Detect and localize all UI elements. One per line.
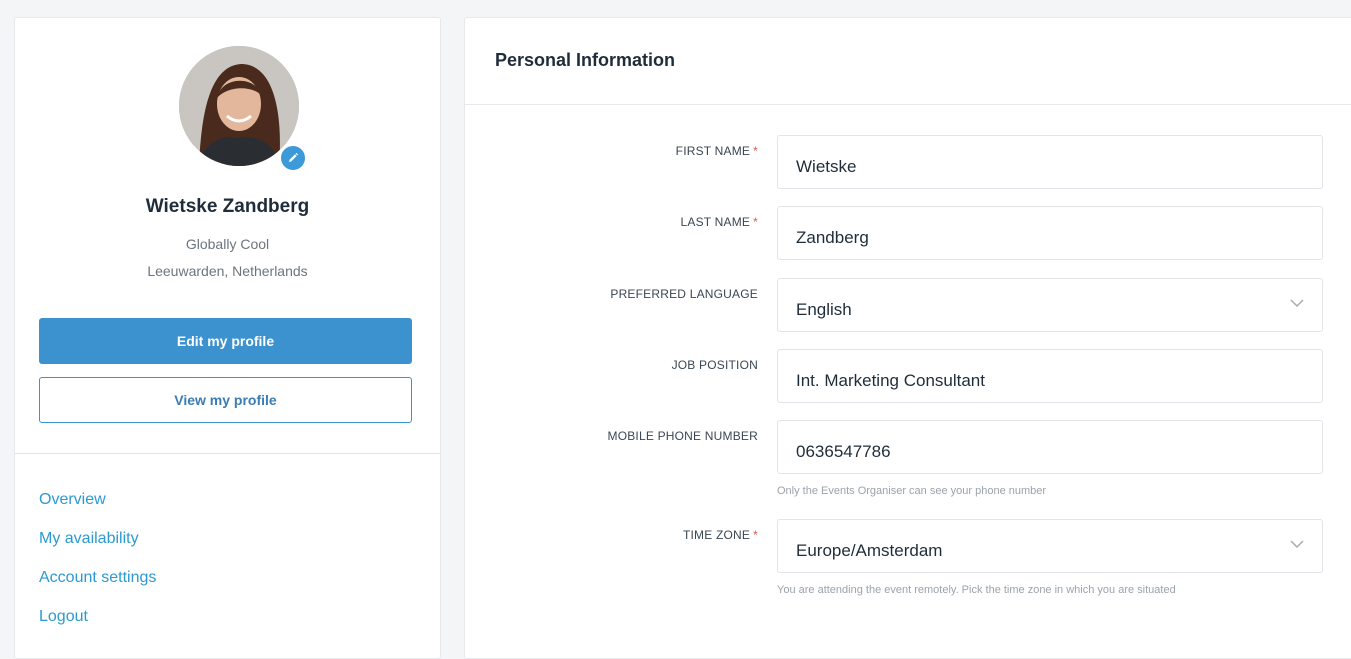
language-label: PREFERRED LANGUAGE xyxy=(610,287,758,301)
nav-overview[interactable]: Overview xyxy=(39,490,156,529)
phone-label: MOBILE PHONE NUMBER xyxy=(607,429,758,443)
first-name-label: FIRST NAME * xyxy=(675,144,758,158)
profile-name: Wietske Zandberg xyxy=(145,196,310,217)
job-label: JOB POSITION xyxy=(671,358,758,372)
required-mark: * xyxy=(753,528,758,542)
required-mark: * xyxy=(753,144,758,158)
card-title: Personal Information xyxy=(465,18,1351,105)
required-mark: * xyxy=(753,215,758,229)
pencil-icon xyxy=(289,152,299,162)
profile-company: Globally Cool xyxy=(185,236,270,252)
first-name-input[interactable] xyxy=(778,146,1322,178)
nav-logout[interactable]: Logout xyxy=(39,607,156,646)
edit-profile-button[interactable]: Edit my profile xyxy=(39,318,412,364)
last-name-field-box xyxy=(777,206,1323,260)
view-profile-button[interactable]: View my profile xyxy=(39,377,412,423)
last-name-input[interactable] xyxy=(778,217,1322,249)
first-name-field-box xyxy=(777,135,1323,189)
job-position-input[interactable] xyxy=(778,360,1322,392)
chevron-down-icon xyxy=(1290,540,1304,548)
personal-info-card: Personal Information FIRST NAME* LAST NA… xyxy=(464,17,1351,659)
phone-field-box xyxy=(777,420,1323,474)
timezone-value: Europe/Amsterdam xyxy=(796,541,943,560)
last-name-label: LAST NAME * xyxy=(680,215,758,229)
chevron-down-icon xyxy=(1290,299,1304,307)
profile-location: Leeuwarden, Netherlands xyxy=(147,263,308,279)
timezone-select[interactable]: Europe/Amsterdam xyxy=(777,519,1323,573)
edit-avatar-button[interactable] xyxy=(279,144,307,172)
avatar[interactable] xyxy=(179,46,299,166)
phone-input[interactable] xyxy=(778,431,1322,463)
divider xyxy=(15,453,440,454)
language-select[interactable]: English xyxy=(777,278,1323,332)
timezone-label: TIME ZONE * xyxy=(682,528,758,542)
job-field-box xyxy=(777,349,1323,403)
profile-card: Wietske Zandberg Globally Cool Leeuwarde… xyxy=(14,17,441,659)
avatar-container xyxy=(179,46,307,172)
timezone-help-text: You are attending the event remotely. Pi… xyxy=(777,584,1176,596)
nav-my-availability[interactable]: My availability xyxy=(39,529,156,568)
phone-help-text: Only the Events Organiser can see your p… xyxy=(777,485,1047,497)
language-value: English xyxy=(796,300,852,319)
profile-nav: Overview My availability Account setting… xyxy=(39,490,156,646)
nav-account-settings[interactable]: Account settings xyxy=(39,568,156,607)
